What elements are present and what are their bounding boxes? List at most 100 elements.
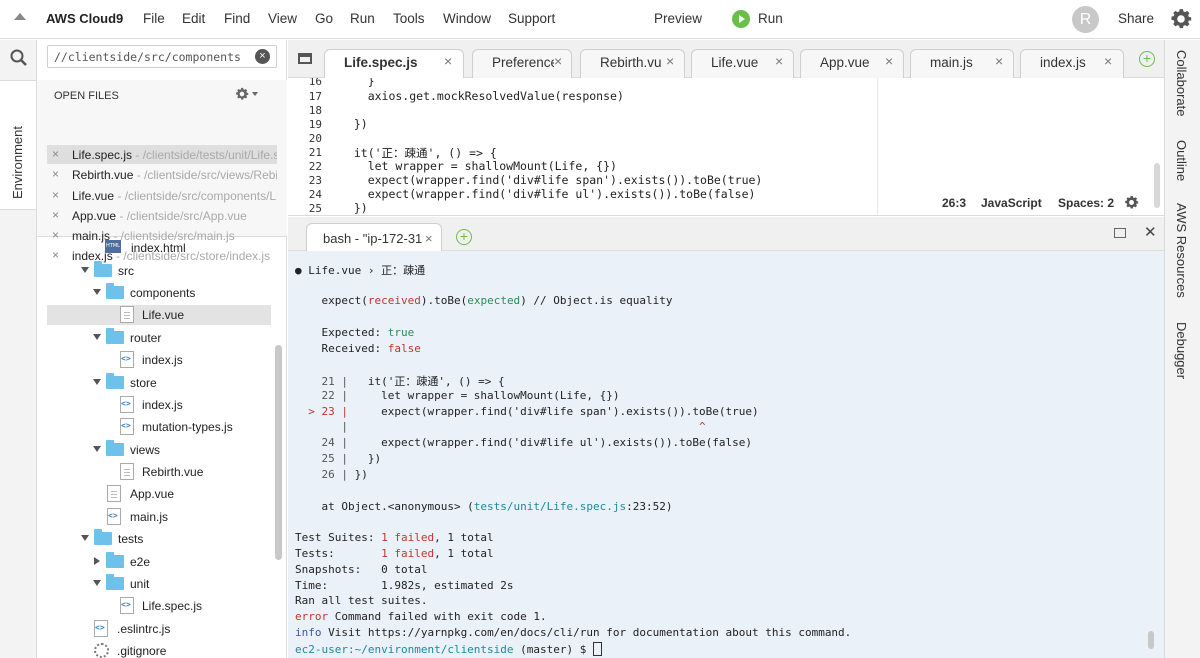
tree-item-mutation-types-js[interactable]: mutation-types.js	[37, 417, 275, 437]
tab-preferences[interactable]: Preferences ×	[472, 49, 572, 78]
tree-item-life-spec-js[interactable]: Life.spec.js	[37, 596, 275, 616]
chevron-down-icon[interactable]	[93, 379, 101, 385]
close-icon[interactable]: ×	[52, 208, 59, 222]
tab-main-js[interactable]: main.js ×	[910, 49, 1014, 78]
tab-environment[interactable]: Environment	[0, 80, 36, 210]
chevron-down-icon[interactable]	[93, 580, 101, 586]
close-icon[interactable]: ×	[52, 188, 59, 202]
maximize-icon[interactable]	[1114, 228, 1126, 238]
add-tab-icon[interactable]: +	[1139, 51, 1155, 67]
close-icon[interactable]: ×	[775, 53, 783, 69]
tab-menu-icon[interactable]	[298, 53, 312, 64]
tab-aws-resources[interactable]: AWS Resources	[1174, 203, 1189, 298]
tree-item-tests[interactable]: tests	[37, 529, 275, 549]
editor-scrollbar[interactable]	[1154, 163, 1160, 208]
close-icon[interactable]: ×	[995, 53, 1003, 69]
close-icon[interactable]: ×	[554, 53, 562, 69]
tab-outline[interactable]: Outline	[1174, 140, 1189, 181]
open-file-row[interactable]: × Life.spec.js - /clientside/tests/unit/…	[47, 145, 277, 164]
file-search-input[interactable]: //clientside/src/components	[47, 45, 277, 68]
close-panel-icon[interactable]: ✕	[1144, 223, 1157, 241]
close-icon[interactable]: ×	[885, 53, 893, 69]
run-button[interactable]: Run	[758, 11, 783, 26]
tree-item-e2e[interactable]: e2e	[37, 552, 275, 572]
tree-item-store-index-js[interactable]: index.js	[37, 395, 275, 415]
chevron-down-icon[interactable]	[81, 267, 89, 273]
tree-item-router[interactable]: router	[37, 328, 275, 348]
tree-item-router-index-js[interactable]: index.js	[37, 350, 275, 370]
open-files-gear-icon[interactable]	[234, 86, 250, 102]
share-button[interactable]: Share	[1118, 11, 1154, 26]
open-file-row[interactable]: × Life.vue - /clientside/src/components/…	[47, 186, 277, 205]
menu-find[interactable]: Find	[224, 11, 250, 26]
editor-settings-gear-icon[interactable]	[1123, 194, 1140, 211]
tab-collaborate[interactable]: Collaborate	[1174, 50, 1189, 117]
file-tree-scrollbar[interactable]	[275, 345, 282, 560]
chevron-down-icon[interactable]	[93, 446, 101, 452]
tree-item-gitignore[interactable]: .gitignore	[37, 641, 275, 658]
tree-item-app-vue[interactable]: App.vue	[37, 484, 275, 504]
brand-title[interactable]: AWS Cloud9	[46, 11, 123, 26]
indent-setting[interactable]: Spaces: 2	[1058, 196, 1114, 210]
tree-item-label: .gitignore	[117, 644, 167, 658]
editor-tab-bar: Life.spec.js × Preferences × Rebirth.vue…	[288, 40, 1164, 78]
menu-edit[interactable]: Edit	[182, 11, 205, 26]
tree-item-life-vue[interactable]: Life.vue	[47, 305, 271, 325]
shell-prompt[interactable]: ec2-user:~/environment/clientside (maste…	[295, 642, 603, 656]
clear-search-icon[interactable]: ×	[255, 49, 270, 64]
preferences-gear-icon[interactable]	[1168, 6, 1194, 32]
tab-rebirth-vue[interactable]: Rebirth.vue ×	[580, 49, 685, 78]
close-icon[interactable]: ×	[1104, 53, 1112, 69]
tree-item-rebirth-vue[interactable]: Rebirth.vue	[37, 462, 275, 482]
open-file-name: Life.vue	[72, 189, 115, 203]
add-terminal-icon[interactable]: +	[456, 229, 472, 245]
tree-item-components[interactable]: components	[37, 283, 275, 303]
menu-go[interactable]: Go	[315, 11, 333, 26]
menu-window[interactable]: Window	[443, 11, 491, 26]
close-icon[interactable]: ×	[52, 167, 59, 181]
received-line: Received: false	[321, 342, 421, 355]
chevron-down-icon[interactable]	[81, 535, 89, 541]
close-icon[interactable]: ×	[444, 53, 452, 69]
menu-view[interactable]: View	[268, 11, 297, 26]
chevron-down-icon[interactable]	[93, 289, 101, 295]
preview-button[interactable]: Preview	[654, 11, 702, 26]
open-file-row[interactable]: × App.vue - /clientside/src/App.vue	[47, 206, 277, 225]
tree-item-index-html[interactable]: HTML index.html	[37, 238, 275, 258]
menu-run[interactable]: Run	[350, 11, 375, 26]
run-play-icon[interactable]	[732, 10, 750, 28]
close-icon[interactable]: ×	[666, 53, 674, 69]
terminal-output[interactable]: ● Life.vue › 正：疎通 expect(received).toBe(…	[288, 251, 1164, 658]
tab-index-js[interactable]: index.js ×	[1020, 49, 1124, 78]
tree-item-main-js[interactable]: main.js	[37, 507, 275, 527]
tree-item-store[interactable]: store	[37, 373, 275, 393]
tree-item-unit[interactable]: unit	[37, 574, 275, 594]
menu-support[interactable]: Support	[508, 11, 555, 26]
menu-file[interactable]: File	[143, 11, 165, 26]
close-icon[interactable]: ×	[52, 147, 59, 161]
tree-item-views[interactable]: views	[37, 440, 275, 460]
chevron-down-icon[interactable]	[252, 92, 258, 96]
open-file-row[interactable]: × Rebirth.vue - /clientside/src/views/Re…	[47, 165, 277, 184]
tab-app-vue[interactable]: App.vue ×	[800, 49, 904, 78]
terminal-scrollbar[interactable]	[1148, 631, 1154, 649]
settings-file-icon	[94, 643, 109, 658]
chevron-right-icon[interactable]	[94, 557, 100, 565]
close-icon[interactable]: ×	[425, 231, 433, 246]
tab-life-vue[interactable]: Life.vue ×	[691, 49, 794, 78]
collapse-menubar-icon[interactable]	[14, 13, 26, 20]
code-editor[interactable]: 16 17 18 19 20 21 22 23 24 25 } axios.ge…	[288, 78, 1164, 216]
tab-bash-terminal[interactable]: bash - "ip-172-31 ×	[306, 223, 442, 251]
cursor-position[interactable]: 26:3	[942, 196, 966, 210]
menu-tools[interactable]: Tools	[393, 11, 425, 26]
summary-tests: Tests: 1 failed, 1 total	[295, 547, 494, 560]
tree-item-label: main.js	[130, 510, 169, 524]
chevron-down-icon[interactable]	[93, 334, 101, 340]
tree-item-eslintrc-js[interactable]: .eslintrc.js	[37, 619, 275, 639]
language-mode[interactable]: JavaScript	[981, 196, 1042, 210]
tab-debugger[interactable]: Debugger	[1174, 322, 1189, 379]
tree-item-src[interactable]: src	[37, 261, 275, 281]
search-icon[interactable]	[9, 48, 29, 68]
avatar[interactable]: R	[1072, 6, 1099, 33]
tab-life-spec-js[interactable]: Life.spec.js ×	[324, 49, 464, 78]
